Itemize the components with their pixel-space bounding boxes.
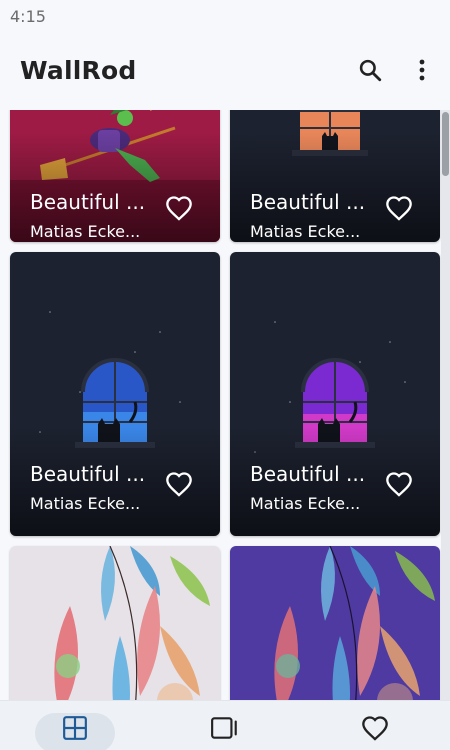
scrollbar-thumb[interactable]	[442, 112, 449, 176]
wallpaper-card-4[interactable]: Beautiful ... Matias Ecke...	[230, 252, 440, 536]
status-time: 4:15	[10, 7, 46, 26]
more-options-button[interactable]	[402, 50, 442, 90]
wallpaper-grid[interactable]: Beautiful ... Matias Ecke... Beautiful .…	[0, 110, 450, 700]
favorite-button[interactable]	[163, 468, 195, 500]
grid-scrollbar[interactable]	[441, 110, 450, 700]
app-title: WallRod	[20, 56, 137, 85]
cards-icon	[211, 717, 237, 739]
search-button[interactable]	[350, 50, 390, 90]
more-vert-icon	[419, 59, 425, 81]
wallpaper-card-2[interactable]: Beautiful ... Matias Ecke...	[230, 110, 440, 242]
nav-item-favorites[interactable]	[300, 701, 450, 750]
wallpaper-card-6[interactable]	[230, 546, 440, 700]
heart-outline-icon	[386, 196, 412, 221]
wallpaper-title: Beautiful ...	[250, 462, 366, 486]
wallpaper-title: Beautiful ...	[30, 190, 146, 214]
favorite-button[interactable]	[383, 468, 415, 500]
wallpaper-author: Matias Ecke...	[250, 494, 361, 513]
wallpaper-card-3[interactable]: Beautiful ... Matias Ecke...	[10, 252, 220, 536]
leaves-artwork	[10, 546, 220, 700]
heart-outline-icon	[166, 196, 192, 221]
status-bar: 4:15	[0, 0, 450, 34]
wallpaper-author: Matias Ecke...	[250, 222, 361, 241]
nav-item-collections[interactable]	[150, 701, 300, 750]
wallpaper-author: Matias Ecke...	[30, 222, 141, 241]
heart-outline-icon	[166, 472, 192, 497]
heart-outline-icon	[386, 472, 412, 497]
favorite-button[interactable]	[163, 192, 195, 224]
wallpaper-title: Beautiful ...	[30, 462, 146, 486]
grid-icon	[63, 716, 87, 740]
wallpaper-card-5[interactable]	[10, 546, 220, 700]
search-icon	[359, 59, 382, 82]
heart-outline-icon	[362, 716, 388, 741]
nav-item-grid-view[interactable]	[0, 701, 150, 750]
wallpaper-author: Matias Ecke...	[30, 494, 141, 513]
leaves-artwork	[230, 546, 440, 700]
app-bar: WallRod	[0, 34, 450, 110]
wallpaper-title: Beautiful ...	[250, 190, 366, 214]
wallpaper-card-1[interactable]: Beautiful ... Matias Ecke...	[10, 110, 220, 242]
bottom-navigation	[0, 700, 450, 750]
favorite-button[interactable]	[383, 192, 415, 224]
